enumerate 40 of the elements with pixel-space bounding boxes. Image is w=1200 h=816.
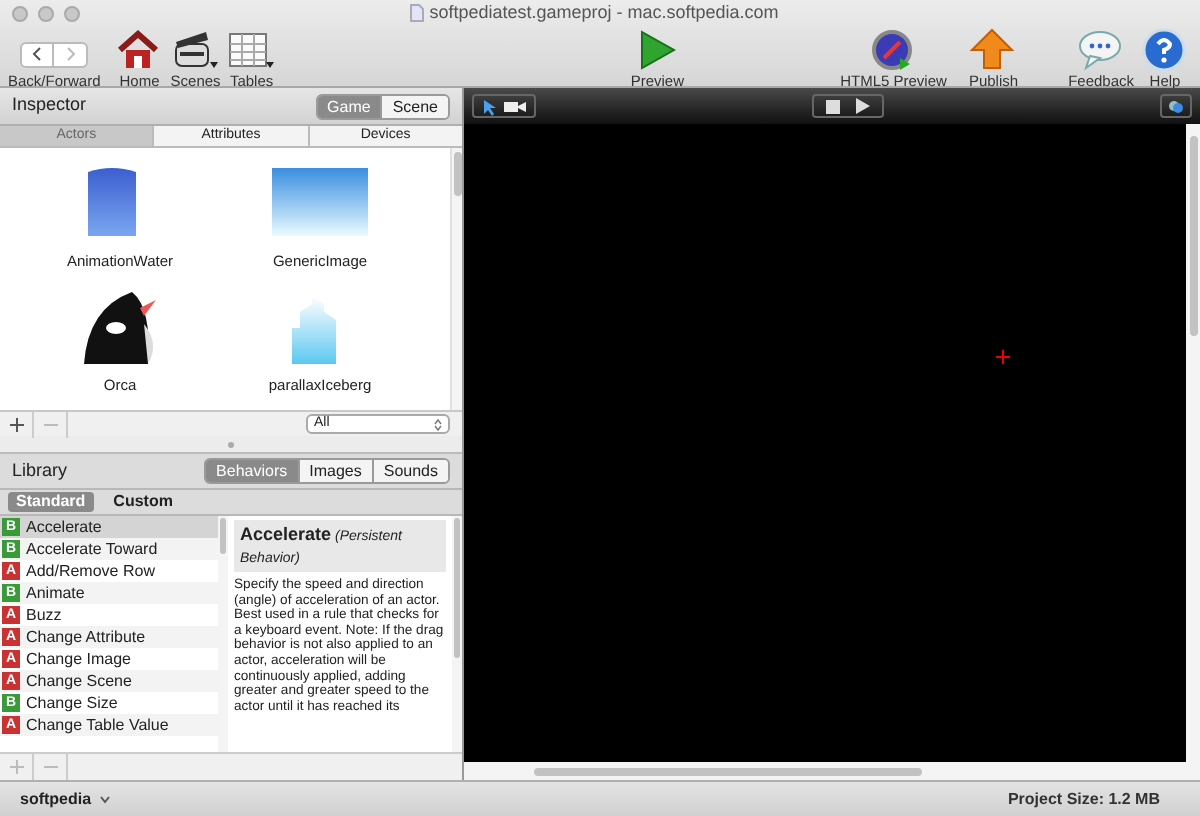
project-size: Project Size: 1.2 MB — [1007, 787, 1162, 811]
chevron-right-icon — [65, 46, 76, 62]
layers-button[interactable] — [1160, 94, 1192, 118]
mode-toggle[interactable]: Scene — [380, 95, 448, 117]
plus-icon — [9, 417, 23, 431]
minus-icon — [43, 766, 57, 768]
scrollbar[interactable] — [220, 518, 226, 554]
scrollbar[interactable] — [534, 767, 922, 775]
stop-button[interactable] — [826, 99, 840, 113]
pointer-icon — [482, 97, 496, 115]
panel-title: Inspector — [12, 92, 87, 119]
updown-caret-icon — [434, 417, 442, 431]
play-icon — [856, 98, 870, 114]
splitter-handle[interactable] — [228, 441, 234, 447]
back-button[interactable] — [20, 41, 55, 67]
scrollbar[interactable] — [1190, 136, 1198, 336]
minus-icon — [43, 423, 57, 425]
scrollbar[interactable] — [454, 518, 460, 658]
document-icon — [409, 4, 424, 23]
account-menu[interactable]: softpedia — [20, 787, 110, 811]
camera-icon — [504, 99, 526, 113]
layers-icon — [1168, 99, 1184, 113]
window-title: softpediatest.gameproj - mac.softpedia.com — [429, 0, 779, 26]
caret-down-icon — [99, 795, 110, 803]
clapperboard-icon — [172, 27, 219, 71]
compass-icon — [870, 27, 917, 71]
tab[interactable]: Images — [297, 460, 372, 482]
gradient-image-icon — [272, 164, 368, 240]
mode-toggle[interactable]: Custom — [105, 492, 181, 512]
up-arrow-icon — [970, 27, 1017, 71]
tab[interactable]: Sounds — [371, 460, 448, 482]
panel-title: Library — [12, 457, 68, 484]
crosshair-icon — [996, 350, 1010, 364]
scrollbar[interactable] — [453, 152, 461, 196]
plus-icon — [9, 760, 23, 774]
house-icon — [116, 27, 163, 71]
chevron-left-icon — [32, 46, 43, 62]
help-icon — [1142, 27, 1188, 71]
speech-bubble-icon — [1078, 27, 1125, 71]
table-grid-icon — [228, 27, 275, 71]
